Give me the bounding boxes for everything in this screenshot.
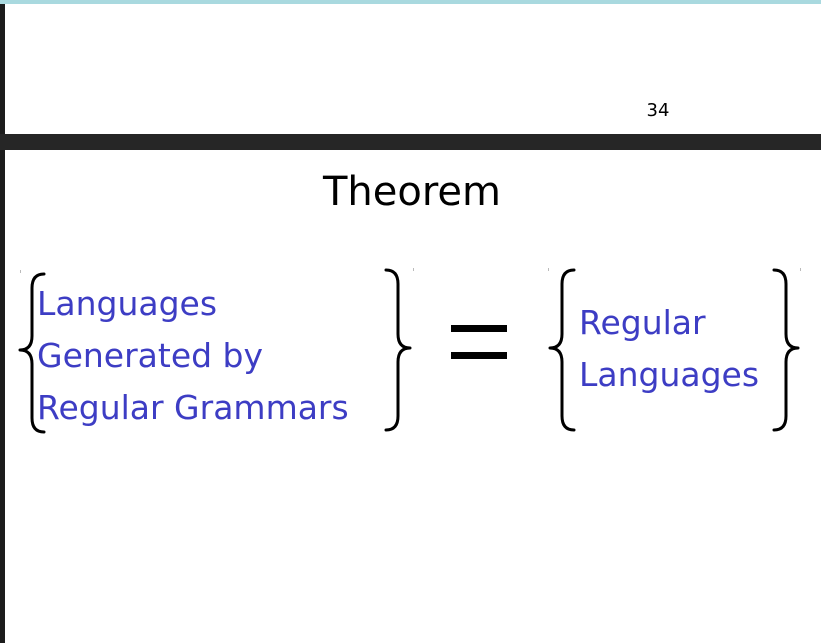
right-set-text: Regular Languages <box>579 297 759 401</box>
left-set-line: Regular Grammars <box>37 388 349 427</box>
right-set-close-brace <box>772 268 800 432</box>
slide-viewer: 34 Theorem Languages Generated by Regula… <box>0 0 821 643</box>
left-set-line: Languages <box>37 284 218 323</box>
viewer-left-border <box>0 4 5 643</box>
left-set-line: Generated by <box>37 336 264 375</box>
right-set-line: Regular <box>579 303 706 342</box>
page-number: 34 <box>646 100 670 121</box>
right-set-open-brace <box>548 268 576 432</box>
left-set-text: Languages Generated by Regular Grammars <box>37 278 349 434</box>
window-top-strip <box>0 0 821 4</box>
page-divider <box>0 134 821 150</box>
left-set-close-brace <box>384 268 412 432</box>
equals-sign <box>451 318 507 366</box>
slide-title: Theorem <box>322 169 501 215</box>
right-set-line: Languages <box>579 355 760 394</box>
